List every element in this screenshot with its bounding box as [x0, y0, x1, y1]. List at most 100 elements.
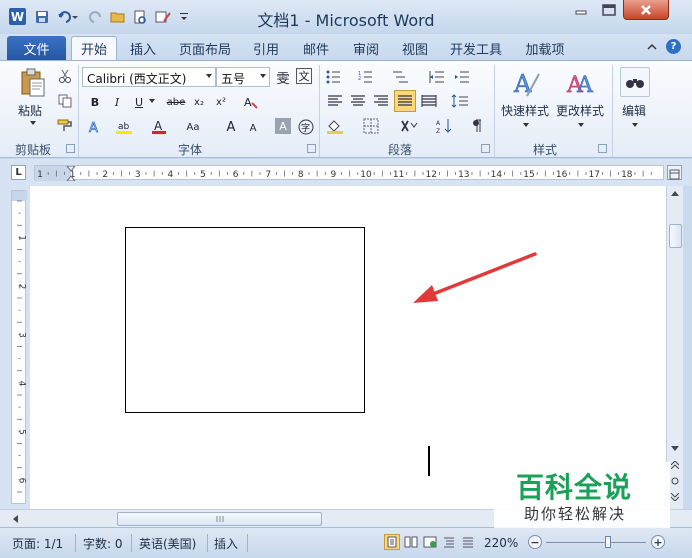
- justify-icon[interactable]: [394, 90, 416, 112]
- scroll-down-icon[interactable]: [667, 441, 683, 456]
- highlight-color-icon[interactable]: ab: [115, 118, 133, 136]
- rectangle-shape[interactable]: [125, 227, 365, 413]
- maximize-button[interactable]: [595, 0, 623, 20]
- tab-page-layout[interactable]: 页面布局: [172, 36, 238, 60]
- vertical-scroll-thumb[interactable]: [669, 224, 682, 248]
- distributed-icon[interactable]: [420, 92, 438, 110]
- bold-button[interactable]: B: [86, 93, 104, 111]
- clipboard-group-label: 剪贴板: [14, 143, 51, 157]
- scroll-left-icon[interactable]: [8, 512, 22, 526]
- char-shading-button[interactable]: A: [275, 118, 291, 134]
- change-styles-label[interactable]: 更改样式: [556, 102, 604, 119]
- quick-styles-dropdown-icon[interactable]: [521, 121, 531, 129]
- tab-review[interactable]: 审阅: [345, 36, 387, 60]
- zoom-in-button[interactable]: +: [651, 535, 665, 549]
- font-color-icon[interactable]: A: [150, 118, 168, 136]
- numbering-icon[interactable]: 12: [358, 68, 376, 86]
- horizontal-scroll-thumb[interactable]: [117, 512, 322, 526]
- title-bar: W 文档1 - Microsoft Word: [0, 0, 692, 34]
- full-screen-reading-icon[interactable]: [403, 534, 419, 550]
- change-styles-dropdown-icon[interactable]: [576, 121, 586, 129]
- enclose-characters-icon[interactable]: 字: [297, 118, 315, 136]
- zoom-level[interactable]: 220%: [484, 534, 518, 552]
- help-icon[interactable]: ?: [666, 39, 681, 54]
- phonetic-guide-button[interactable]: 雯: [274, 68, 292, 87]
- styles-launcher-icon[interactable]: [598, 144, 607, 153]
- show-marks-icon[interactable]: [468, 117, 486, 135]
- vertical-ruler[interactable]: 1 2 3 4 5 6: [11, 190, 27, 504]
- format-painter-icon[interactable]: [56, 116, 74, 134]
- text-effects-icon[interactable]: A: [86, 118, 104, 136]
- vertical-scrollbar[interactable]: [666, 186, 683, 509]
- vertical-ruler-number: 1: [17, 235, 27, 241]
- shading-icon[interactable]: [326, 117, 344, 135]
- tab-file[interactable]: 文件: [7, 36, 66, 60]
- paragraph-launcher-icon[interactable]: [481, 144, 490, 153]
- char-border-button[interactable]: 文: [296, 68, 312, 84]
- tab-selector-button[interactable]: L: [11, 165, 26, 180]
- font-name-combo[interactable]: Calibri (西文正文): [82, 67, 216, 87]
- close-button[interactable]: [623, 0, 669, 20]
- align-right-icon[interactable]: [372, 92, 390, 110]
- sort-icon[interactable]: AZ: [436, 117, 454, 135]
- clear-formatting-icon[interactable]: A: [242, 93, 260, 111]
- quick-styles-label[interactable]: 快速样式: [501, 102, 549, 119]
- web-layout-icon[interactable]: [422, 534, 438, 550]
- view-ruler-toggle[interactable]: [667, 165, 682, 180]
- minimize-button[interactable]: [567, 0, 595, 20]
- editing-dropdown-icon[interactable]: [630, 121, 640, 129]
- line-spacing-icon[interactable]: [451, 92, 469, 110]
- zoom-out-button[interactable]: −: [528, 535, 542, 549]
- editing-label[interactable]: 编辑: [622, 102, 646, 119]
- draft-view-icon[interactable]: [460, 534, 476, 550]
- horizontal-ruler[interactable]: 1 1 2 3 4 5 6 7 8 9 10 11 12 13 14 15 16 17 18: [34, 165, 664, 181]
- collapse-ribbon-icon[interactable]: [645, 39, 659, 53]
- font-size-combo[interactable]: 五号: [216, 67, 270, 87]
- page-count[interactable]: 页面: 1/1: [12, 534, 63, 552]
- tab-home[interactable]: 开始: [71, 36, 117, 60]
- italic-button[interactable]: I: [108, 93, 126, 111]
- chinese-layout-icon[interactable]: [400, 117, 418, 135]
- borders-icon[interactable]: [362, 117, 380, 135]
- underline-button[interactable]: U: [130, 93, 148, 111]
- zoom-slider-track[interactable]: [546, 542, 646, 543]
- change-case-button[interactable]: Aa: [182, 118, 204, 136]
- paste-icon[interactable]: [18, 67, 48, 99]
- tab-mailings[interactable]: 邮件: [295, 36, 337, 60]
- language-indicator[interactable]: 英语(美国): [139, 534, 196, 552]
- find-binoculars-icon[interactable]: [620, 67, 650, 97]
- superscript-button[interactable]: x²: [212, 93, 230, 111]
- quick-styles-icon[interactable]: A: [510, 67, 542, 99]
- strikethrough-button[interactable]: abe: [165, 93, 187, 111]
- underline-dropdown-icon[interactable]: [148, 97, 156, 105]
- insert-mode-indicator[interactable]: 插入: [214, 534, 238, 552]
- clipboard-launcher-icon[interactable]: [66, 144, 75, 153]
- font-launcher-icon[interactable]: [307, 144, 316, 153]
- copy-icon[interactable]: [56, 92, 74, 110]
- multilevel-list-icon[interactable]: [392, 68, 410, 86]
- subscript-button[interactable]: x₂: [190, 93, 208, 111]
- increase-indent-icon[interactable]: [453, 68, 471, 86]
- print-layout-view-icon[interactable]: [384, 534, 400, 550]
- grow-font-button[interactable]: A: [222, 118, 240, 136]
- paste-label[interactable]: 粘贴: [18, 102, 42, 119]
- paste-dropdown-icon[interactable]: [28, 119, 38, 127]
- outline-view-icon[interactable]: [441, 534, 457, 550]
- tab-view[interactable]: 视图: [394, 36, 436, 60]
- zoom-slider-thumb[interactable]: [605, 536, 611, 548]
- cut-icon[interactable]: [56, 67, 74, 85]
- decrease-indent-icon[interactable]: [428, 68, 446, 86]
- align-left-icon[interactable]: [326, 92, 344, 110]
- align-center-icon[interactable]: [349, 92, 367, 110]
- shrink-font-button[interactable]: A: [244, 119, 262, 137]
- word-count[interactable]: 字数: 0: [83, 534, 123, 552]
- tab-addins[interactable]: 加载项: [517, 36, 573, 60]
- change-styles-icon[interactable]: AA: [564, 67, 596, 99]
- bullets-icon[interactable]: [326, 68, 344, 86]
- tab-insert[interactable]: 插入: [121, 36, 165, 60]
- document-page[interactable]: [30, 186, 666, 509]
- tab-references[interactable]: 引用: [245, 36, 287, 60]
- text-cursor: [428, 446, 430, 476]
- scroll-up-icon[interactable]: [667, 186, 683, 201]
- tab-developer[interactable]: 开发工具: [443, 36, 509, 60]
